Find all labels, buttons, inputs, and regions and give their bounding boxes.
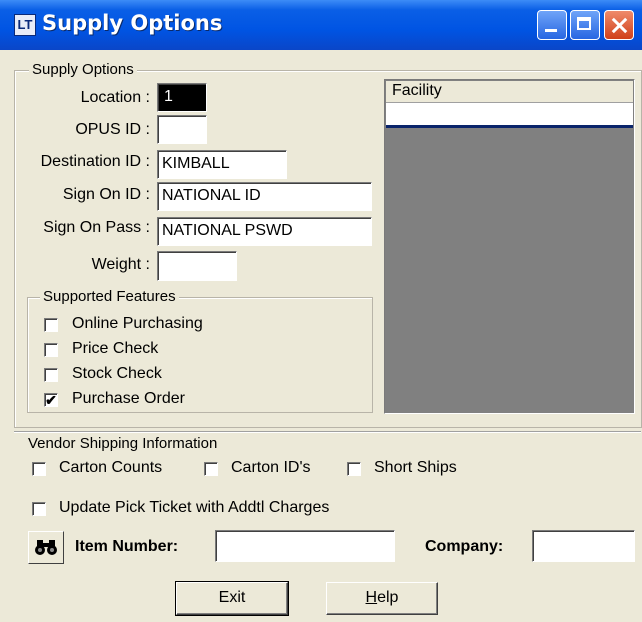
price-check-label: Price Check: [72, 340, 159, 357]
find-item-button[interactable]: [28, 531, 64, 564]
carton-ids-checkbox[interactable]: [204, 462, 218, 476]
location-value: 1: [162, 88, 175, 105]
opus-id-label: OPUS ID :: [75, 121, 150, 138]
help-label-rest: elp: [377, 589, 399, 606]
price-check-checkbox[interactable]: [44, 343, 58, 357]
short-ships-label: Short Ships: [374, 459, 457, 476]
help-accelerator: H: [365, 589, 378, 606]
close-button[interactable]: [604, 10, 634, 40]
sign-on-pass-field[interactable]: NATIONAL PSWD: [157, 217, 372, 246]
facility-list[interactable]: Facility: [384, 79, 635, 414]
stock-check-checkbox[interactable]: [44, 368, 58, 382]
short-ships-checkbox[interactable]: [347, 462, 361, 476]
app-icon[interactable]: LT: [14, 14, 36, 36]
update-pick-ticket-label: Update Pick Ticket with Addtl Charges: [59, 499, 330, 516]
carton-counts-checkbox[interactable]: [32, 462, 46, 476]
location-label: Location :: [80, 89, 150, 106]
supported-features-group-title: Supported Features: [40, 288, 179, 306]
window-title: Supply Options: [42, 11, 223, 35]
online-purchasing-label: Online Purchasing: [72, 315, 203, 332]
sign-on-id-label: Sign On ID :: [62, 186, 150, 203]
checkmark-icon: ✔: [45, 392, 57, 408]
supply-options-window: LT Supply Options Supply Options Locatio…: [0, 0, 642, 622]
separator: [14, 431, 641, 433]
destination-id-label: Destination ID :: [40, 153, 150, 170]
opus-id-field[interactable]: [157, 115, 207, 144]
vendor-shipping-title: Vendor Shipping Information: [28, 435, 218, 452]
sign-on-pass-label: Sign On Pass :: [43, 219, 150, 236]
location-field[interactable]: 1: [157, 83, 207, 112]
online-purchasing-checkbox[interactable]: [44, 318, 58, 332]
item-number-label: Item Number:: [75, 538, 179, 555]
weight-field[interactable]: [157, 251, 237, 281]
stock-check-label: Stock Check: [72, 365, 162, 382]
destination-id-field[interactable]: KIMBALL: [157, 150, 287, 179]
facility-column-header[interactable]: Facility: [386, 81, 633, 103]
company-field[interactable]: [532, 530, 635, 562]
company-label: Company:: [425, 538, 504, 555]
binoculars-icon: [35, 540, 57, 555]
minimize-button[interactable]: [537, 10, 567, 40]
update-pick-ticket-checkbox[interactable]: [32, 502, 46, 516]
title-bar[interactable]: LT Supply Options: [0, 0, 642, 50]
carton-counts-label: Carton Counts: [59, 459, 163, 476]
maximize-button[interactable]: [570, 10, 600, 40]
exit-button[interactable]: Exit: [175, 581, 289, 616]
help-button[interactable]: Help: [326, 582, 438, 615]
sign-on-id-field[interactable]: NATIONAL ID: [157, 182, 372, 211]
list-item[interactable]: [386, 103, 633, 128]
supply-options-group-title: Supply Options: [29, 61, 137, 79]
purchase-order-label: Purchase Order: [72, 390, 185, 407]
carton-ids-label: Carton ID's: [231, 459, 311, 476]
purchase-order-checkbox[interactable]: ✔: [44, 393, 58, 407]
weight-label: Weight :: [91, 256, 150, 273]
item-number-field[interactable]: [215, 530, 395, 562]
